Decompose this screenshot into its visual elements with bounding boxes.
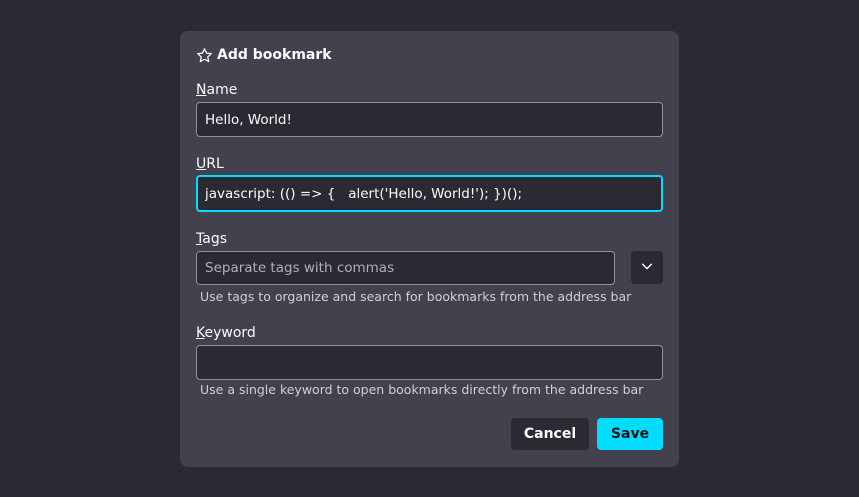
keyword-input[interactable] [196,345,663,380]
keyword-help-text: Use a single keyword to open bookmarks d… [200,382,644,397]
save-button[interactable]: Save [597,418,663,450]
tags-label: Tags [196,230,227,248]
name-label: Name [196,81,237,99]
cancel-button[interactable]: Cancel [511,418,589,450]
url-label-text: RL [206,156,224,172]
star-icon [196,47,213,64]
tags-input[interactable] [196,251,615,285]
tags-label-text: ags [202,231,227,247]
name-label-text: ame [206,82,238,98]
name-label-accesskey: N [196,82,207,98]
dialog-title: Add bookmark [217,47,332,63]
tags-dropdown-button[interactable] [631,251,663,284]
name-input[interactable] [196,102,663,137]
url-input[interactable] [196,175,663,212]
tags-help-text: Use tags to organize and search for book… [200,289,632,304]
keyword-label: Keyword [196,324,256,342]
chevron-down-icon [640,259,654,276]
keyword-label-text: eyword [204,325,256,341]
url-label-accesskey: U [196,156,207,172]
url-label: URL [196,155,224,173]
dialog-header: Add bookmark [196,45,332,65]
add-bookmark-dialog: Add bookmark Name URL Tags Use tags to o… [180,31,679,467]
